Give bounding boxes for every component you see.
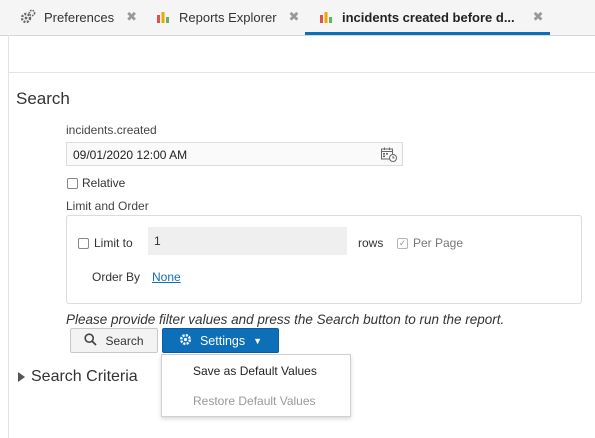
rows-label: rows [358,236,384,250]
expand-triangle-icon [18,372,25,382]
close-icon[interactable]: ✖ [533,9,544,25]
tab-label: Preferences [44,9,115,25]
per-page-label: Per Page [413,236,464,250]
search-criteria-toggle[interactable]: Search Criteria [18,368,138,386]
menu-item-restore-default: Restore Default Values [193,394,316,408]
close-icon[interactable]: ✖ [289,9,300,25]
tab-bar: Preferences ✖ Reports Explorer ✖ inciden… [0,0,595,36]
date-value: 09/01/2020 12:00 AM [73,148,188,162]
field-label: incidents.created [66,123,157,137]
tab-reports-explorer[interactable]: Reports Explorer ✖ [155,0,299,34]
bar-chart-icon [155,9,171,25]
menu-item-save-default[interactable]: Save as Default Values [193,364,317,378]
limit-label: Limit to [94,236,133,250]
relative-checkbox[interactable] [67,177,78,189]
date-input[interactable]: 09/01/2020 12:00 AM [66,142,403,166]
limit-rows-input[interactable] [148,227,347,255]
toolbar-divider [8,72,595,73]
settings-menu: Save as Default Values Restore Default V… [161,354,351,417]
calendar-icon[interactable] [381,147,397,162]
search-button[interactable]: Search [70,328,158,353]
hint-text: Please provide filter values and press t… [66,312,505,327]
panel-border [8,35,9,438]
order-by-label: Order By [92,270,141,284]
relative-label: Relative [82,176,126,190]
per-page-option: ✓ Per Page [397,236,463,250]
search-icon [84,332,98,349]
tab-label: Reports Explorer [179,9,277,25]
limit-option: Limit to [78,236,133,250]
relative-option: Relative [67,176,125,190]
settings-button-label: Settings [199,333,246,348]
search-button-label: Search [105,333,144,348]
chevron-down-icon: ▼ [253,335,263,346]
search-heading: Search [16,89,70,108]
limit-checkbox[interactable] [78,237,89,249]
tab-label: incidents created before d... [342,9,515,25]
settings-button[interactable]: Settings ▼ [162,328,279,353]
tab-incidents-report[interactable]: incidents created before d... ✖ [318,0,544,34]
gear-icon [20,9,36,25]
bar-chart-icon [318,9,334,25]
tab-preferences[interactable]: Preferences ✖ [20,0,137,34]
order-by-link[interactable]: None [152,270,181,284]
close-icon[interactable]: ✖ [126,9,137,25]
active-tab-indicator [305,32,550,35]
limit-heading: Limit and Order [66,199,149,213]
per-page-checkbox[interactable]: ✓ [397,237,408,249]
gear-icon [179,333,192,349]
search-criteria-label: Search Criteria [31,368,138,385]
